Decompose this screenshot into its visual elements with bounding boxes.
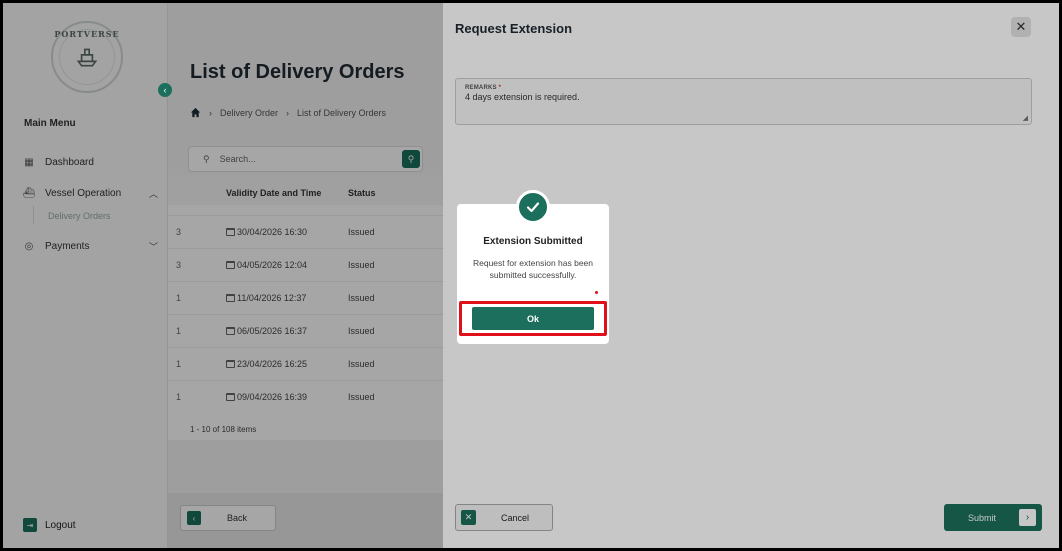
dialog-title: Extension Submitted xyxy=(483,236,583,247)
extension-submitted-dialog: Extension Submitted Request for extensio… xyxy=(457,190,609,344)
ok-button[interactable]: Ok xyxy=(472,307,594,330)
dialog-message: Request for extension has been submitted… xyxy=(472,258,594,280)
collapse-sidebar-button[interactable]: ‹ xyxy=(158,83,172,97)
marker-dot xyxy=(595,291,598,294)
modal-backdrop[interactable] xyxy=(3,3,443,548)
check-icon xyxy=(516,190,550,224)
highlight-box: Ok xyxy=(459,301,607,336)
app-window: PORTVERSE Main Menu ▦ Dashboard ⛴ Vessel… xyxy=(3,3,1059,548)
